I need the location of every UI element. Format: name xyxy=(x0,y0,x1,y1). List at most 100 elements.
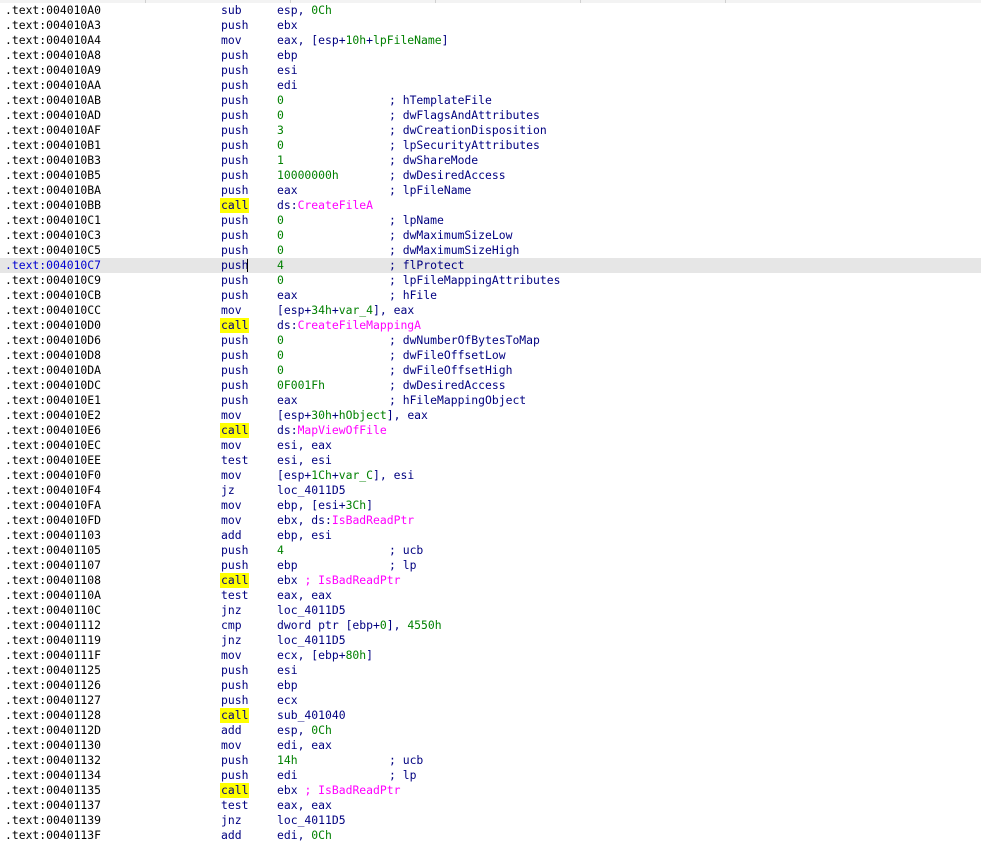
listing-row[interactable]: .text:004010AB push 0 ; hTemplateFile xyxy=(0,93,981,108)
listing-row[interactable]: .text:00401125 push esi xyxy=(0,663,981,678)
address[interactable]: .text:004010C7 xyxy=(5,258,101,273)
import-name[interactable]: MapViewOfFile xyxy=(298,423,387,437)
mnemonic[interactable]: call xyxy=(220,573,250,588)
mnemonic[interactable]: push xyxy=(221,138,248,153)
mnemonic[interactable]: test xyxy=(221,588,248,603)
operands[interactable]: edi, eax xyxy=(277,738,332,753)
operands[interactable]: 0 xyxy=(277,243,284,258)
mnemonic[interactable]: jnz xyxy=(221,603,242,618)
immediate[interactable]: 4 xyxy=(277,258,284,272)
operands[interactable]: loc_4011D5 xyxy=(277,813,346,828)
listing-row[interactable]: .text:004010C9 push 0 ; lpFileMappingAttrib… xyxy=(0,273,981,288)
address[interactable]: .text:004010B1 xyxy=(5,138,101,153)
mnemonic[interactable]: mov xyxy=(221,438,242,453)
listing-row[interactable]: .text:004010DC push 0F001Fh ; dwDesiredAcce… xyxy=(0,378,981,393)
mnemonic[interactable]: jz xyxy=(221,483,235,498)
address[interactable]: .text:00401108 xyxy=(5,573,101,588)
address[interactable]: .text:004010E6 xyxy=(5,423,101,438)
listing-row[interactable]: .text:004010B1 push 0 ; lpSecurityAttribute… xyxy=(0,138,981,153)
address[interactable]: .text:0040111F xyxy=(5,648,101,663)
mnemonic[interactable]: mov xyxy=(221,468,242,483)
listing-row[interactable]: .text:00401134 push edi ; lp xyxy=(0,768,981,783)
operand-text[interactable]: ; IsBadReadPtr xyxy=(304,573,400,587)
listing-row[interactable]: .text:004010CC mov [esp+34h+var_4], eax xyxy=(0,303,981,318)
listing-row[interactable]: .text:004010E2 mov [esp+30h+hObject], eax xyxy=(0,408,981,423)
operands[interactable]: ebx xyxy=(277,18,298,33)
address[interactable]: .text:00401128 xyxy=(5,708,101,723)
address[interactable]: .text:004010E2 xyxy=(5,408,101,423)
address[interactable]: .text:004010D0 xyxy=(5,318,101,333)
mnemonic[interactable]: mov xyxy=(221,303,242,318)
listing-row[interactable]: .text:00401108 call ebx ; IsBadReadPtr xyxy=(0,573,981,588)
listing-row[interactable]: .text:004010AD push 0 ; dwFlagsAndAttribute… xyxy=(0,108,981,123)
immediate[interactable]: 0 xyxy=(380,618,387,632)
address[interactable]: .text:00401139 xyxy=(5,813,101,828)
mnemonic[interactable]: push xyxy=(221,363,248,378)
listing-row[interactable]: .text:004010C5 push 0 ; dwMaximumSizeHigh xyxy=(0,243,981,258)
address[interactable]: .text:004010AD xyxy=(5,108,101,123)
address[interactable]: .text:0040110C xyxy=(5,603,101,618)
operands[interactable]: ebx ; IsBadReadPtr xyxy=(277,573,400,588)
mnemonic[interactable]: call xyxy=(220,318,250,333)
listing-row[interactable]: .text:004010C3 push 0 ; dwMaximumSizeLow xyxy=(0,228,981,243)
mnemonic[interactable]: push xyxy=(221,243,248,258)
listing-row[interactable]: .text:004010A4 mov eax, [esp+10h+lpFileNam… xyxy=(0,33,981,48)
address[interactable]: .text:004010FA xyxy=(5,498,101,513)
mnemonic[interactable]: jnz xyxy=(221,633,242,648)
immediate[interactable]: 0 xyxy=(277,348,284,362)
operands[interactable]: 0 xyxy=(277,228,284,243)
listing-row[interactable]: .text:0040112D add esp, 0Ch xyxy=(0,723,981,738)
listing-row[interactable]: .text:00401127 push ecx xyxy=(0,693,981,708)
operands[interactable]: eax, [esp+10h+lpFileName] xyxy=(277,33,448,48)
address[interactable]: .text:004010F4 xyxy=(5,483,101,498)
mnemonic[interactable]: push xyxy=(221,93,248,108)
operands[interactable]: esi xyxy=(277,663,298,678)
mnemonic[interactable]: push xyxy=(221,63,248,78)
address[interactable]: .text:004010F0 xyxy=(5,468,101,483)
immediate[interactable]: 3 xyxy=(277,123,284,137)
operands[interactable]: [esp+34h+var_4], eax xyxy=(277,303,414,318)
listing-row[interactable]: .text:004010A3 push ebx xyxy=(0,18,981,33)
mnemonic[interactable]: add xyxy=(221,828,242,843)
address[interactable]: .text:004010C9 xyxy=(5,273,101,288)
immediate[interactable]: 0 xyxy=(277,273,284,287)
operands[interactable]: 0 xyxy=(277,108,284,123)
immediate[interactable]: 0 xyxy=(277,243,284,257)
address[interactable]: .text:004010C3 xyxy=(5,228,101,243)
mnemonic[interactable]: push xyxy=(221,768,248,783)
listing-row[interactable]: .text:004010C1 push 0 ; lpName xyxy=(0,213,981,228)
import-name[interactable]: CreateFileA xyxy=(298,198,373,212)
operands[interactable]: [esp+1Ch+var_C], esi xyxy=(277,468,414,483)
mnemonic[interactable]: push xyxy=(221,348,248,363)
mnemonic[interactable]: mov xyxy=(221,33,242,48)
listing-row[interactable]: .text:00401137 test eax, eax xyxy=(0,798,981,813)
address[interactable]: .text:004010CB xyxy=(5,288,101,303)
mnemonic[interactable]: push xyxy=(221,168,248,183)
mnemonic[interactable]: push xyxy=(221,693,248,708)
immediate[interactable]: 14h xyxy=(277,753,298,767)
listing-row[interactable]: .text:00401139 jnz loc_4011D5 xyxy=(0,813,981,828)
address[interactable]: .text:004010EC xyxy=(5,438,101,453)
operands[interactable]: ds:CreateFileMappingA xyxy=(277,318,421,333)
listing-row[interactable]: .text:0040110C jnz loc_4011D5 xyxy=(0,603,981,618)
listing-row[interactable]: .text:004010A9 push esi xyxy=(0,63,981,78)
operands[interactable]: ecx xyxy=(277,693,298,708)
mnemonic[interactable]: call xyxy=(220,783,250,798)
operands[interactable]: 0 xyxy=(277,348,284,363)
operands[interactable]: ebp, esi xyxy=(277,528,332,543)
mnemonic[interactable]: push xyxy=(221,183,248,198)
stack-var[interactable]: lpFileName xyxy=(373,33,442,47)
mnemonic[interactable]: push xyxy=(221,273,248,288)
listing-row[interactable]: .text:004010DA push 0 ; dwFileOffsetHigh xyxy=(0,363,981,378)
listing-row[interactable]: .text:00401126 push ebp xyxy=(0,678,981,693)
mnemonic[interactable]: call xyxy=(220,708,250,723)
listing-row[interactable]: .text:004010FA mov ebp, [esi+3Ch] xyxy=(0,498,981,513)
immediate[interactable]: 0F001Fh xyxy=(277,378,325,392)
address[interactable]: .text:004010A9 xyxy=(5,63,101,78)
operands[interactable]: 4 xyxy=(277,258,284,273)
immediate[interactable]: 4550h xyxy=(407,618,441,632)
listing-row[interactable]: .text:00401135 call ebx ; IsBadReadPtr xyxy=(0,783,981,798)
address[interactable]: .text:004010E1 xyxy=(5,393,101,408)
address[interactable]: .text:00401103 xyxy=(5,528,101,543)
address[interactable]: .text:004010FD xyxy=(5,513,101,528)
